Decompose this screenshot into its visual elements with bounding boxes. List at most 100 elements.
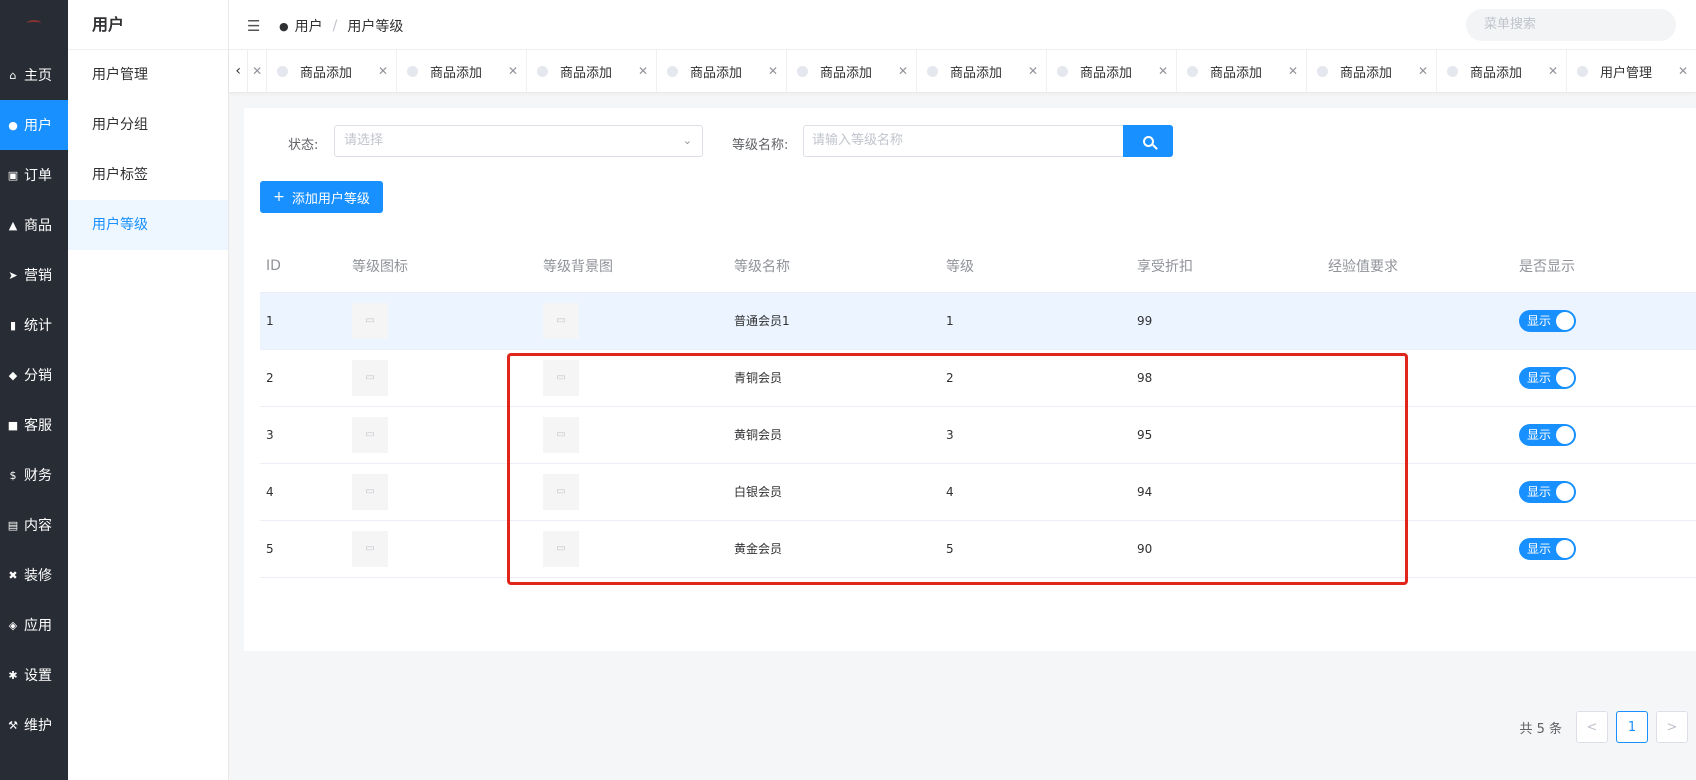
cell-exp <box>1322 520 1513 578</box>
tools-icon: ✖ <box>8 568 18 582</box>
breadcrumb: ● 用户 / 用户等级 <box>279 16 403 36</box>
image-placeholder-icon[interactable]: ▭ <box>352 302 388 339</box>
image-placeholder-icon[interactable]: ▭ <box>352 416 388 453</box>
nav-item-5[interactable]: ▮ 统计 <box>0 300 68 350</box>
close-icon[interactable]: ✕ <box>1158 64 1168 78</box>
status-select[interactable]: 请选择 ⌄ <box>334 125 703 157</box>
table-row: 5 ▭ ▭ 黄金会员 5 90 显示 <box>260 520 1696 578</box>
tab-item[interactable]: 用户管理 ✕ <box>1566 50 1696 92</box>
tab-item[interactable]: 商品添加 ✕ <box>526 50 656 92</box>
tab-item[interactable]: 商品添加 ✕ <box>396 50 526 92</box>
cell-discount: 90 <box>1131 520 1322 578</box>
nav-item-12[interactable]: ✱ 设置 <box>0 650 68 700</box>
cell-id: 3 <box>260 406 346 464</box>
close-icon[interactable]: ✕ <box>1678 64 1688 78</box>
tab-item[interactable]: 商品添加 ✕ <box>916 50 1046 92</box>
search-button[interactable] <box>1123 125 1173 157</box>
nav-item-label: 统计 <box>24 318 52 334</box>
show-toggle[interactable]: 显示 <box>1519 309 1576 332</box>
shop-icon: ▲ <box>8 218 18 232</box>
nav-item-13[interactable]: ⚒ 维护 <box>0 700 68 750</box>
image-placeholder-icon[interactable]: ▭ <box>543 473 579 510</box>
tab-item[interactable]: 商品添加 ✕ <box>1436 50 1566 92</box>
toggle-label: 显示 <box>1527 427 1552 442</box>
column-header: 享受折扣 <box>1131 241 1322 293</box>
cell-id: 2 <box>260 349 346 407</box>
tab-dot-icon <box>537 65 548 77</box>
nav-item-7[interactable]: ■ 客服 <box>0 400 68 450</box>
tab-label: 商品添加 <box>1470 65 1523 81</box>
nav-item-0[interactable]: ⌂ 主页 <box>0 50 68 100</box>
table-header-row: ID 等级图标 等级背景图 等级名称 等级 享受折扣 经验值要求 是否显示 <box>260 241 1696 293</box>
sub-menu-item[interactable]: 用户管理 <box>68 50 228 100</box>
nav-item-6[interactable]: ◆ 分销 <box>0 350 68 400</box>
menu-fold-icon[interactable]: ☰ <box>247 17 260 35</box>
tab-item[interactable]: 商品添加 ✕ <box>266 50 396 92</box>
sub-menu-item[interactable]: 用户等级 <box>68 200 228 250</box>
tab-dot-icon <box>1057 65 1068 77</box>
tab-item[interactable]: 商品添加 ✕ <box>1046 50 1176 92</box>
image-placeholder-icon[interactable]: ▭ <box>543 359 579 396</box>
tab-item[interactable]: 商品添加 ✕ <box>1306 50 1436 92</box>
prev-page-button[interactable]: < <box>1576 711 1608 743</box>
level-name-input[interactable]: 请输入等级名称 <box>803 125 1123 157</box>
handshake-icon: ◆ <box>8 368 18 382</box>
toggle-knob <box>1556 425 1574 444</box>
menu-search-input[interactable]: 菜单搜索 <box>1466 9 1676 41</box>
show-toggle[interactable]: 显示 <box>1519 366 1576 389</box>
cell-icon: ▭ <box>346 520 537 578</box>
image-placeholder-icon[interactable]: ▭ <box>543 416 579 453</box>
tab-scroll-left-icon[interactable]: ‹ <box>229 50 249 92</box>
nav-item-11[interactable]: ◈ 应用 <box>0 600 68 650</box>
tab-dot-icon <box>667 65 678 77</box>
sub-menu-item[interactable]: 用户分组 <box>68 100 228 150</box>
column-header: 经验值要求 <box>1322 241 1513 293</box>
show-toggle[interactable]: 显示 <box>1519 537 1576 560</box>
close-icon[interactable]: ✕ <box>248 64 266 78</box>
cell-discount: 94 <box>1131 463 1322 521</box>
level-table: ID 等级图标 等级背景图 等级名称 等级 享受折扣 经验值要求 是否显示 1 ▭ ▭ 普通会员1 1… <box>260 241 1696 578</box>
nav-item-8[interactable]: $ 财务 <box>0 450 68 500</box>
close-icon[interactable]: ✕ <box>638 64 648 78</box>
close-icon[interactable]: ✕ <box>378 64 388 78</box>
show-toggle[interactable]: 显示 <box>1519 423 1576 446</box>
tab-item[interactable]: 商品添加 ✕ <box>786 50 916 92</box>
nav-item-4[interactable]: ➤ 营销 <box>0 250 68 300</box>
tab-item[interactable]: 商品添加 ✕ <box>1176 50 1306 92</box>
page-number-button[interactable]: 1 <box>1616 711 1648 743</box>
image-placeholder-icon[interactable]: ▭ <box>543 302 579 339</box>
cell-background: ▭ <box>537 349 728 407</box>
nav-item-9[interactable]: ▤ 内容 <box>0 500 68 550</box>
close-icon[interactable]: ✕ <box>1288 64 1298 78</box>
cell-exp <box>1322 292 1513 350</box>
nav-item-2[interactable]: ▣ 订单 <box>0 150 68 200</box>
close-icon[interactable]: ✕ <box>1028 64 1038 78</box>
tab-dot-icon <box>407 65 418 77</box>
close-icon[interactable]: ✕ <box>898 64 908 78</box>
close-icon[interactable]: ✕ <box>508 64 518 78</box>
add-user-level-button[interactable]: + 添加用户等级 <box>260 181 383 213</box>
nav-item-10[interactable]: ✖ 装修 <box>0 550 68 600</box>
nav-item-label: 设置 <box>24 668 52 684</box>
image-placeholder-icon[interactable]: ▭ <box>352 530 388 567</box>
nav-item-1[interactable]: ● 用户 <box>0 100 68 150</box>
tab-label: 商品添加 <box>1340 65 1393 81</box>
close-icon[interactable]: ✕ <box>1548 64 1558 78</box>
next-page-button[interactable]: > <box>1656 711 1688 743</box>
image-placeholder-icon[interactable]: ▭ <box>352 359 388 396</box>
content-card: 状态: 请选择 ⌄ 等级名称: 请输入等级名称 + 添加用户等级 ID 等级图标等… <box>244 108 1696 743</box>
show-toggle[interactable]: 显示 <box>1519 480 1576 503</box>
nav-item-3[interactable]: ▲ 商品 <box>0 200 68 250</box>
plus-icon: + <box>273 189 285 205</box>
image-placeholder-icon[interactable]: ▭ <box>352 473 388 510</box>
sub-menu-item[interactable]: 用户标签 <box>68 150 228 200</box>
close-icon[interactable]: ✕ <box>1418 64 1428 78</box>
nav-item-label: 主页 <box>24 68 52 84</box>
cell-show: 显示 <box>1513 349 1696 407</box>
tab-item[interactable]: 商品添加 ✕ <box>656 50 786 92</box>
image-placeholder-icon[interactable]: ▭ <box>543 530 579 567</box>
breadcrumb-root[interactable]: 用户 <box>295 16 323 36</box>
tab-label: 商品添加 <box>300 65 353 81</box>
close-icon[interactable]: ✕ <box>768 64 778 78</box>
nav-item-label: 用户 <box>24 118 52 134</box>
